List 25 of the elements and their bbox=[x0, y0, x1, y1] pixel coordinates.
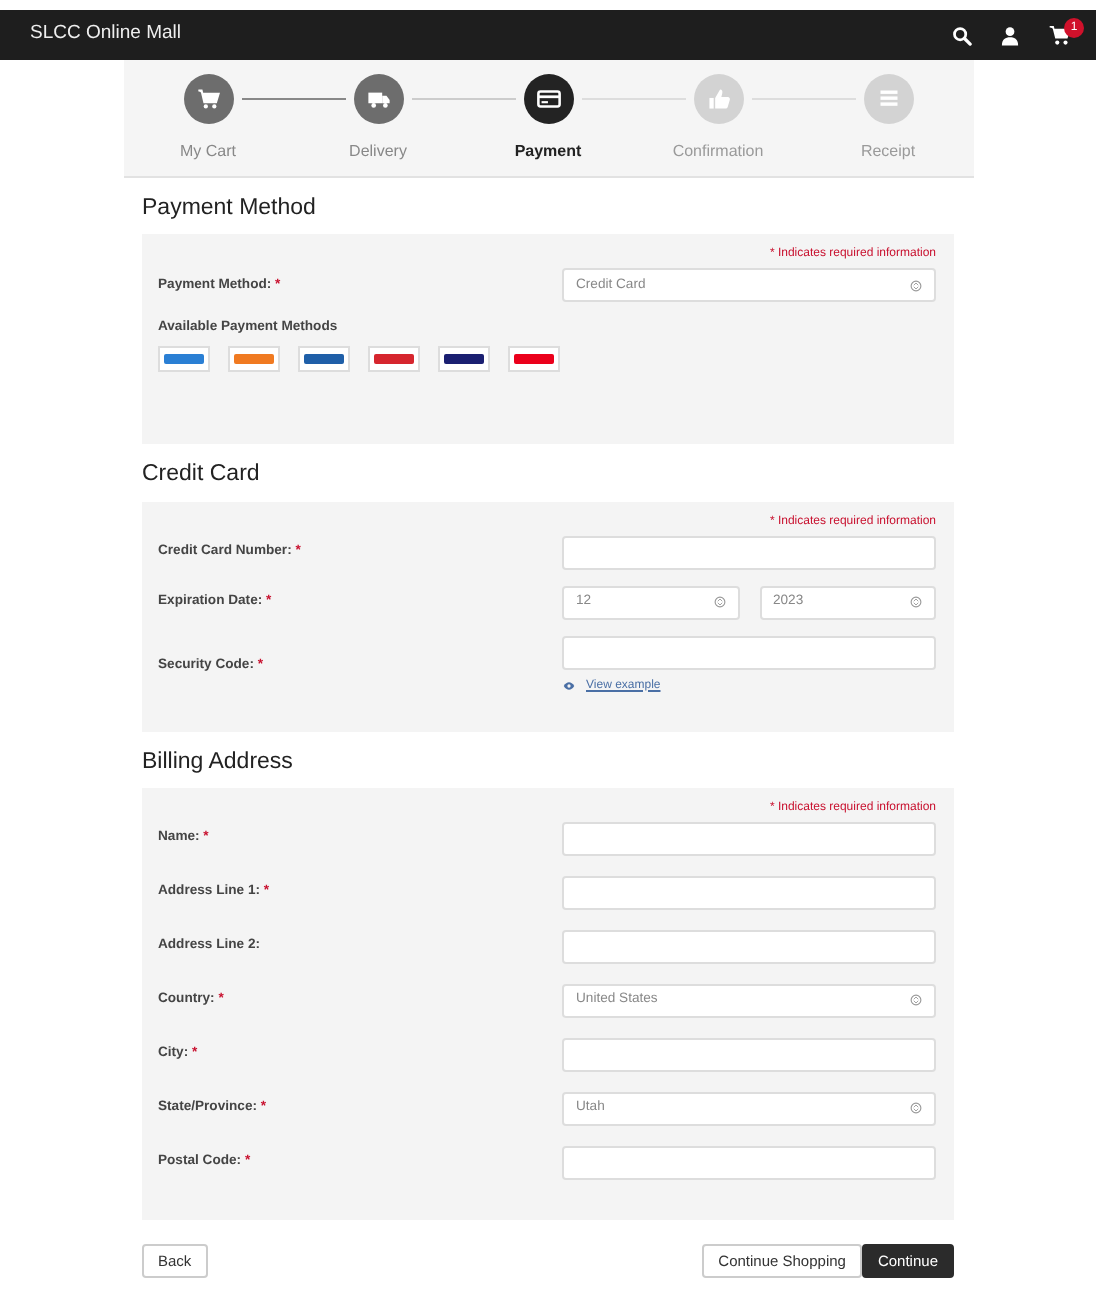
input-field[interactable] bbox=[562, 1145, 936, 1180]
step-circle[interactable] bbox=[523, 74, 573, 124]
input-field[interactable] bbox=[562, 1037, 936, 1072]
up-down-caret-icon bbox=[910, 1102, 922, 1115]
user-icon[interactable] bbox=[1000, 25, 1020, 45]
input-field[interactable] bbox=[562, 875, 936, 910]
input-field[interactable] bbox=[562, 535, 936, 570]
input-field[interactable] bbox=[562, 635, 936, 670]
section-heading: Billing Address bbox=[142, 747, 295, 778]
up-down-caret-icon bbox=[713, 596, 725, 609]
site-title[interactable]: SLCC Online Mall bbox=[30, 20, 181, 50]
search-icon[interactable] bbox=[952, 25, 972, 45]
step-label[interactable]: Confirmation bbox=[633, 140, 803, 164]
step-label[interactable]: Delivery bbox=[293, 140, 463, 164]
step-label[interactable]: My Cart bbox=[123, 140, 293, 164]
eye-icon bbox=[562, 680, 576, 693]
step-label[interactable]: Receipt bbox=[803, 140, 973, 164]
up-down-caret-icon bbox=[910, 994, 922, 1007]
section-heading: Credit Card bbox=[142, 460, 262, 491]
input-field[interactable] bbox=[562, 929, 936, 964]
section-heading: Payment Method bbox=[142, 194, 318, 224]
input-field[interactable] bbox=[562, 821, 936, 856]
step-label[interactable]: Payment bbox=[463, 140, 633, 164]
up-down-caret-icon bbox=[910, 596, 922, 609]
up-down-caret-icon bbox=[910, 279, 922, 292]
